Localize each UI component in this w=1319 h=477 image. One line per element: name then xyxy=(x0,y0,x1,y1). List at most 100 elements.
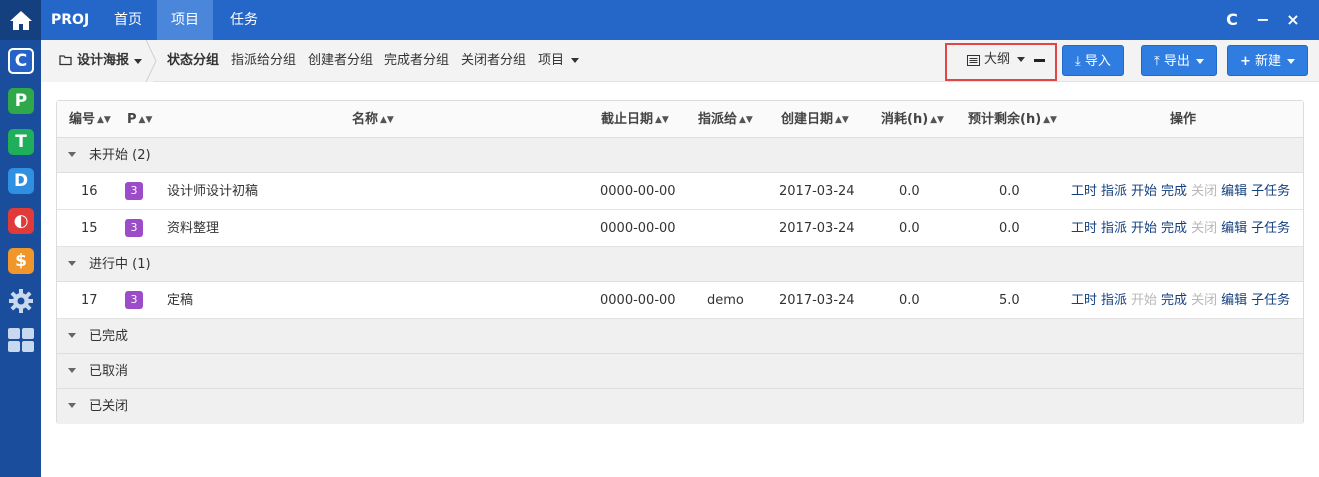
action-finish[interactable]: 完成 xyxy=(1161,184,1187,199)
col-deadline[interactable]: 截止日期 ▲▼ xyxy=(601,101,669,140)
export-button[interactable]: ⤒ 导出 xyxy=(1141,45,1218,76)
project-name: 设计海报 xyxy=(77,53,130,68)
outline-dropdown[interactable]: 大纲 xyxy=(984,40,1026,80)
folder-icon xyxy=(59,54,73,70)
table-row[interactable]: 15 3 资料整理 0000-00-00 2017-03-24 0.0 0.0 … xyxy=(57,210,1303,247)
collapse-all-icon[interactable] xyxy=(1034,59,1045,62)
col-deadline-label: 截止日期 xyxy=(601,112,654,127)
sort-icon: ▲▼ xyxy=(835,115,849,125)
nav-task[interactable]: 任务 xyxy=(216,0,272,40)
group-label: 进行中 (1) xyxy=(89,257,151,272)
action-assign[interactable]: 指派 xyxy=(1101,184,1127,199)
group-by-creator[interactable]: 创建者分组 xyxy=(308,40,373,82)
sort-icon: ▲▼ xyxy=(739,115,753,125)
task-id: 16 xyxy=(81,184,98,199)
col-consumed[interactable]: 消耗(h) ▲▼ xyxy=(881,101,944,140)
caret-down-icon xyxy=(68,368,76,373)
action-assign[interactable]: 指派 xyxy=(1101,293,1127,308)
action-effort[interactable]: 工时 xyxy=(1071,221,1097,236)
task-name-link[interactable]: 定稿 xyxy=(167,282,193,319)
task-id: 15 xyxy=(81,221,98,236)
col-created[interactable]: 创建日期 ▲▼ xyxy=(781,101,849,140)
group-row-doing[interactable]: 进行中 (1) xyxy=(57,247,1303,282)
new-label: 新建 xyxy=(1255,54,1282,69)
nav-project[interactable]: 项目 xyxy=(157,0,213,40)
app-s-icon[interactable]: $ xyxy=(8,248,34,274)
close-icon[interactable]: × xyxy=(1279,0,1307,40)
table-row[interactable]: 16 3 设计师设计初稿 0000-00-00 2017-03-24 0.0 0… xyxy=(57,173,1303,210)
action-edit[interactable]: 编辑 xyxy=(1221,184,1247,199)
app-c-icon[interactable]: C xyxy=(8,48,34,74)
caret-down-icon xyxy=(68,261,76,266)
group-label: 未开始 (2) xyxy=(89,148,151,163)
col-id[interactable]: 编号 ▲▼ xyxy=(69,101,111,140)
action-start: 开始 xyxy=(1131,293,1158,308)
task-consumed: 0.0 xyxy=(899,293,920,308)
import-label: 导入 xyxy=(1084,54,1111,69)
action-finish[interactable]: 完成 xyxy=(1161,221,1187,236)
group-row-cancel[interactable]: 已取消 xyxy=(57,354,1303,389)
upload-icon: ⤒ xyxy=(1154,54,1160,69)
action-subtask[interactable]: 子任务 xyxy=(1251,221,1290,236)
caret-down-icon xyxy=(1287,59,1296,64)
action-start[interactable]: 开始 xyxy=(1131,221,1157,236)
task-left: 0.0 xyxy=(999,184,1020,199)
caret-down-icon xyxy=(1017,57,1026,62)
app-d-icon[interactable]: D xyxy=(8,168,34,194)
action-close: 关闭 xyxy=(1191,293,1218,308)
group-label: 已完成 xyxy=(89,329,129,344)
project-breadcrumb[interactable]: 设计海报 xyxy=(41,40,157,82)
action-effort[interactable]: 工时 xyxy=(1071,184,1097,199)
group-row-done[interactable]: 已完成 xyxy=(57,319,1303,354)
action-close: 关闭 xyxy=(1191,221,1218,236)
app-o-icon[interactable]: ◐ xyxy=(8,208,34,234)
grid-icon[interactable] xyxy=(8,328,34,354)
action-edit[interactable]: 编辑 xyxy=(1221,293,1247,308)
caret-down-icon xyxy=(1196,59,1205,64)
action-subtask[interactable]: 子任务 xyxy=(1251,293,1290,308)
app-t-icon[interactable]: T xyxy=(8,129,34,155)
task-created: 2017-03-24 xyxy=(779,221,855,236)
app-p-icon[interactable]: P xyxy=(8,88,34,114)
action-edit[interactable]: 编辑 xyxy=(1221,221,1247,236)
action-start[interactable]: 开始 xyxy=(1131,184,1157,199)
nav-home[interactable]: 首页 xyxy=(100,0,156,40)
task-left: 0.0 xyxy=(999,221,1020,236)
sort-icon: ▲▼ xyxy=(1043,115,1057,125)
plus-icon: + xyxy=(1240,54,1251,69)
col-pri-label: P xyxy=(127,112,137,127)
col-left[interactable]: 预计剩余(h) ▲▼ xyxy=(968,101,1057,140)
group-by-assigned[interactable]: 指派给分组 xyxy=(231,40,296,82)
task-name-link[interactable]: 设计师设计初稿 xyxy=(167,173,258,210)
task-deadline: 0000-00-00 xyxy=(600,293,676,308)
caret-down-icon xyxy=(68,333,76,338)
table-row[interactable]: 17 3 定稿 0000-00-00 demo 2017-03-24 0.0 5… xyxy=(57,282,1303,319)
col-assigned[interactable]: 指派给 ▲▼ xyxy=(698,101,753,140)
priority-badge: 3 xyxy=(125,182,143,200)
task-table: 编号 ▲▼ P ▲▼ 名称 ▲▼ 截止日期 ▲▼ 指派给 ▲▼ 创建日期 ▲▼ 消耗(h) ▲… xyxy=(56,100,1304,424)
action-subtask[interactable]: 子任务 xyxy=(1251,184,1290,199)
refresh-icon[interactable]: C xyxy=(1218,0,1246,40)
import-button[interactable]: ⤓ 导入 xyxy=(1062,45,1124,76)
priority-badge: 3 xyxy=(125,291,143,309)
task-deadline: 0000-00-00 xyxy=(600,221,676,236)
group-by-status[interactable]: 状态分组 xyxy=(167,40,219,82)
group-row-closed[interactable]: 已关闭 xyxy=(57,389,1303,424)
action-assign[interactable]: 指派 xyxy=(1101,221,1127,236)
col-name[interactable]: 名称 ▲▼ xyxy=(352,101,394,140)
new-button[interactable]: + 新建 xyxy=(1227,45,1309,76)
home-icon[interactable] xyxy=(0,0,41,40)
action-finish[interactable]: 完成 xyxy=(1161,293,1187,308)
group-by-project[interactable]: 项目 xyxy=(538,40,580,82)
group-by-project-label: 项目 xyxy=(538,53,565,68)
action-effort[interactable]: 工时 xyxy=(1071,293,1097,308)
row-actions: 工时 指派 开始 完成 关闭 编辑 子任务 xyxy=(1071,210,1294,247)
group-row-not-started[interactable]: 未开始 (2) xyxy=(57,138,1303,173)
col-pri[interactable]: P ▲▼ xyxy=(127,101,152,140)
group-by-finisher[interactable]: 完成者分组 xyxy=(384,40,449,82)
task-created: 2017-03-24 xyxy=(779,184,855,199)
minimize-icon[interactable]: − xyxy=(1249,0,1277,40)
group-by-closer[interactable]: 关闭者分组 xyxy=(461,40,526,82)
gear-icon[interactable] xyxy=(8,288,34,314)
task-name-link[interactable]: 资料整理 xyxy=(167,210,219,247)
